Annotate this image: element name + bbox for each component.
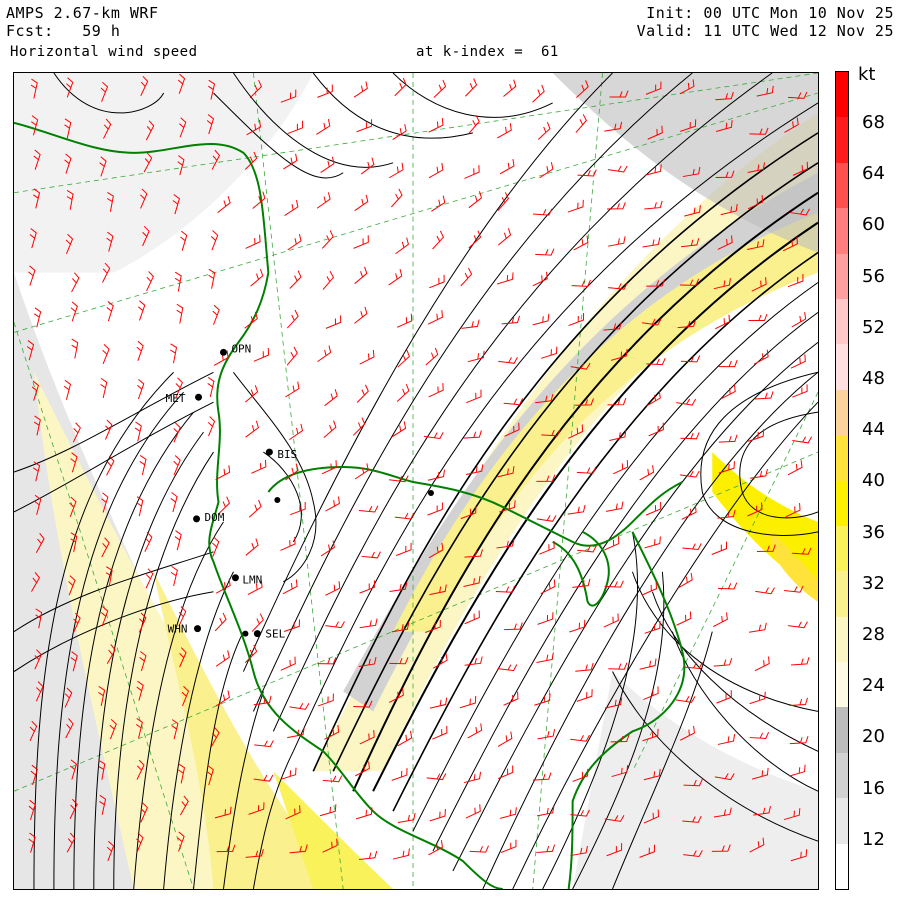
colorbar-segment [836,706,848,753]
colorbar-segment [836,752,848,799]
svg-text:WHN: WHN [168,623,188,636]
colorbar-segment [836,71,848,118]
colorbar-segment [836,207,848,254]
colorbar-segment [836,843,848,889]
colorbar-tick-label: 36 [862,521,885,543]
colorbar-segment [836,661,848,708]
colorbar-tick-label: 56 [862,265,885,287]
colorbar-tick-label: 16 [862,777,885,799]
field-name: Horizontal wind speed [10,44,198,60]
colorbar-tick-label: 64 [862,163,885,185]
wind-map: OPN MET BIS DOM LMN WHN SEL [13,72,819,890]
colorbar-segment [836,389,848,436]
init-time: Init: 00 UTC Mon 10 Nov 25 [646,4,894,22]
svg-text:SEL: SEL [265,628,285,641]
svg-text:BIS: BIS [277,448,297,461]
colorbar-segment [836,162,848,209]
colorbar-tick-label: 68 [862,112,885,133]
svg-text:MET: MET [166,392,186,405]
colorbar-segment [836,343,848,390]
colorbar-segment [836,253,848,299]
level-label: at k-index = 61 [416,44,559,60]
svg-text:DOM: DOM [205,511,225,524]
colorbar-segment [836,116,848,163]
valid-time: Valid: 11 UTC Wed 12 Nov 25 [636,22,894,40]
colorbar-tick-label: 44 [862,419,885,441]
colorbar-tick-label: 52 [862,316,885,338]
colorbar-segment [836,434,848,481]
colorbar-segment [836,570,848,617]
colorbar-segment [836,616,848,663]
colorbar-tick-label: 32 [862,572,885,594]
colorbar [835,71,849,890]
colorbar-tick-label: 20 [862,726,885,748]
forecast-hour: Fcst: 59 h [6,22,121,40]
colorbar-tick-label: 12 [862,828,885,850]
colorbar-tick-label: 48 [862,368,885,389]
colorbar-segment [836,480,848,526]
colorbar-segment [836,525,848,572]
colorbar-tick-label: 40 [862,470,885,492]
svg-text:LMN: LMN [242,574,262,587]
model-title: AMPS 2.67-km WRF [6,4,159,22]
colorbar-tick-label: 24 [862,675,885,697]
svg-text:OPN: OPN [231,342,251,355]
colorbar-segment [836,298,848,345]
colorbar-tick-label: 28 [862,624,885,645]
colorbar-unit: kt [858,64,876,85]
colorbar-segment [836,797,848,844]
colorbar-tick-label: 60 [862,214,885,236]
